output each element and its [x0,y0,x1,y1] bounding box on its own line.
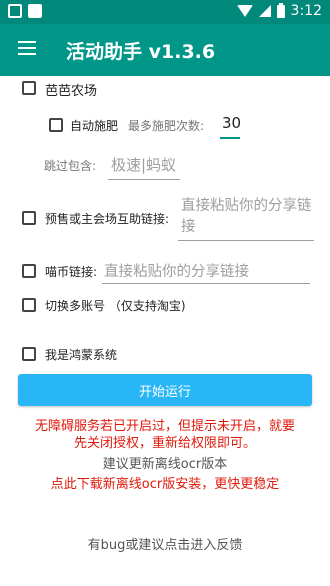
battery-icon [276,2,285,18]
auto-fertilize-checkbox[interactable] [49,118,63,132]
coin-checkbox[interactable] [22,264,36,278]
harmony-checkbox[interactable] [22,347,36,361]
max-times-underline [220,137,240,139]
multi-account-label: 切换多账号 （仅支持淘宝) [45,299,186,313]
hamburger-menu-icon[interactable] [18,41,36,55]
start-run-button[interactable]: 开始运行 [18,374,312,406]
max-times-label: 最多施肥次数: [128,119,205,133]
harmony-label: 我是鸿蒙系统 [45,348,118,362]
image-icon [28,4,42,18]
farm-checkbox[interactable] [22,81,36,95]
presale-label: 预售或主会场互助链接: [45,212,170,226]
wifi-icon [236,5,253,17]
status-time: 3:12 [290,3,322,19]
warning-line-2: 先关闭授权，重新给权限即可。 [73,436,256,451]
feedback-link[interactable]: 有bug或建议点击进入反馈 [0,534,330,553]
notification-icon [8,4,22,18]
auto-fertilize-label: 自动施肥 [70,119,119,133]
coin-label: 喵币链接: [45,265,98,279]
ocr-update-hint: 建议更新离线ocr版本 [102,457,228,472]
app-bar: 活动助手 v1.3.6 [0,24,330,76]
presale-input-underline [178,240,314,241]
multi-account-checkbox[interactable] [22,298,36,312]
signal-icon [258,5,271,17]
presale-checkbox[interactable] [22,211,36,225]
skip-label: 跳过包含: [44,159,97,173]
download-ocr-link[interactable]: 点此下载新离线ocr版安装，更快更稳定 [0,473,330,492]
skip-input[interactable]: 极速|蚂蚁 [111,154,176,175]
farm-label: 芭芭农场 [45,84,98,99]
status-bar: 3:12 [0,0,330,24]
coin-input-underline [102,283,310,284]
presale-link-input[interactable]: 直接粘贴你的分享链接 [181,196,315,238]
coin-link-input[interactable]: 直接粘贴你的分享链接 [104,260,249,281]
skip-input-underline [108,179,180,180]
max-times-input[interactable]: 30 [222,114,241,132]
app-title: 活动助手 v1.3.6 [66,41,216,63]
